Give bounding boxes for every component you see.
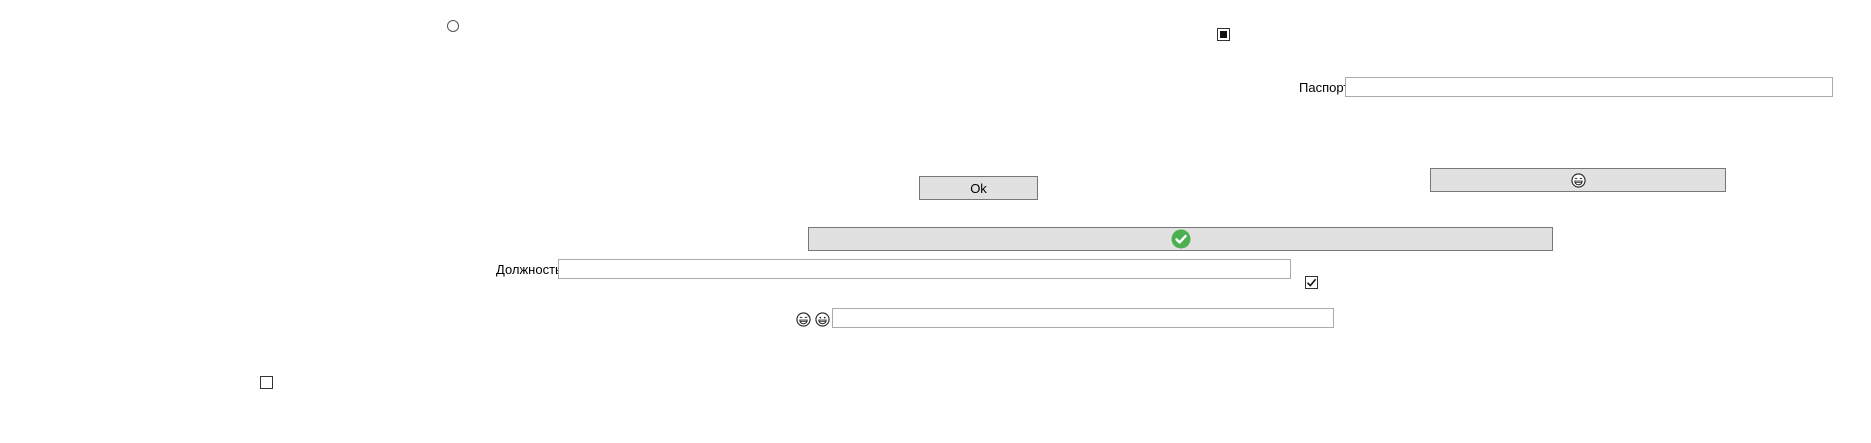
checkmark-icon: [1306, 278, 1317, 287]
radio-button[interactable]: [447, 20, 459, 32]
passport-label: Паспорт: [1299, 80, 1350, 95]
grinning-face-icon: [1570, 172, 1586, 188]
ok-button[interactable]: Ok: [919, 176, 1038, 200]
confirm-button[interactable]: [808, 227, 1553, 251]
emoji-button[interactable]: [1430, 168, 1726, 192]
grinning-sweat-face-icon: [796, 312, 811, 330]
indeterminate-checkbox[interactable]: [1217, 28, 1230, 41]
unchecked-checkbox[interactable]: [260, 376, 273, 389]
grinning-face-icon: [815, 312, 830, 330]
position-input[interactable]: [558, 259, 1291, 279]
checked-checkbox[interactable]: [1305, 276, 1318, 289]
green-check-circle-icon: [1171, 229, 1190, 249]
passport-input[interactable]: [1345, 77, 1833, 97]
indeterminate-mark-icon: [1220, 31, 1227, 38]
position-label: Должность: [496, 262, 562, 277]
emoji-input[interactable]: [832, 308, 1334, 328]
